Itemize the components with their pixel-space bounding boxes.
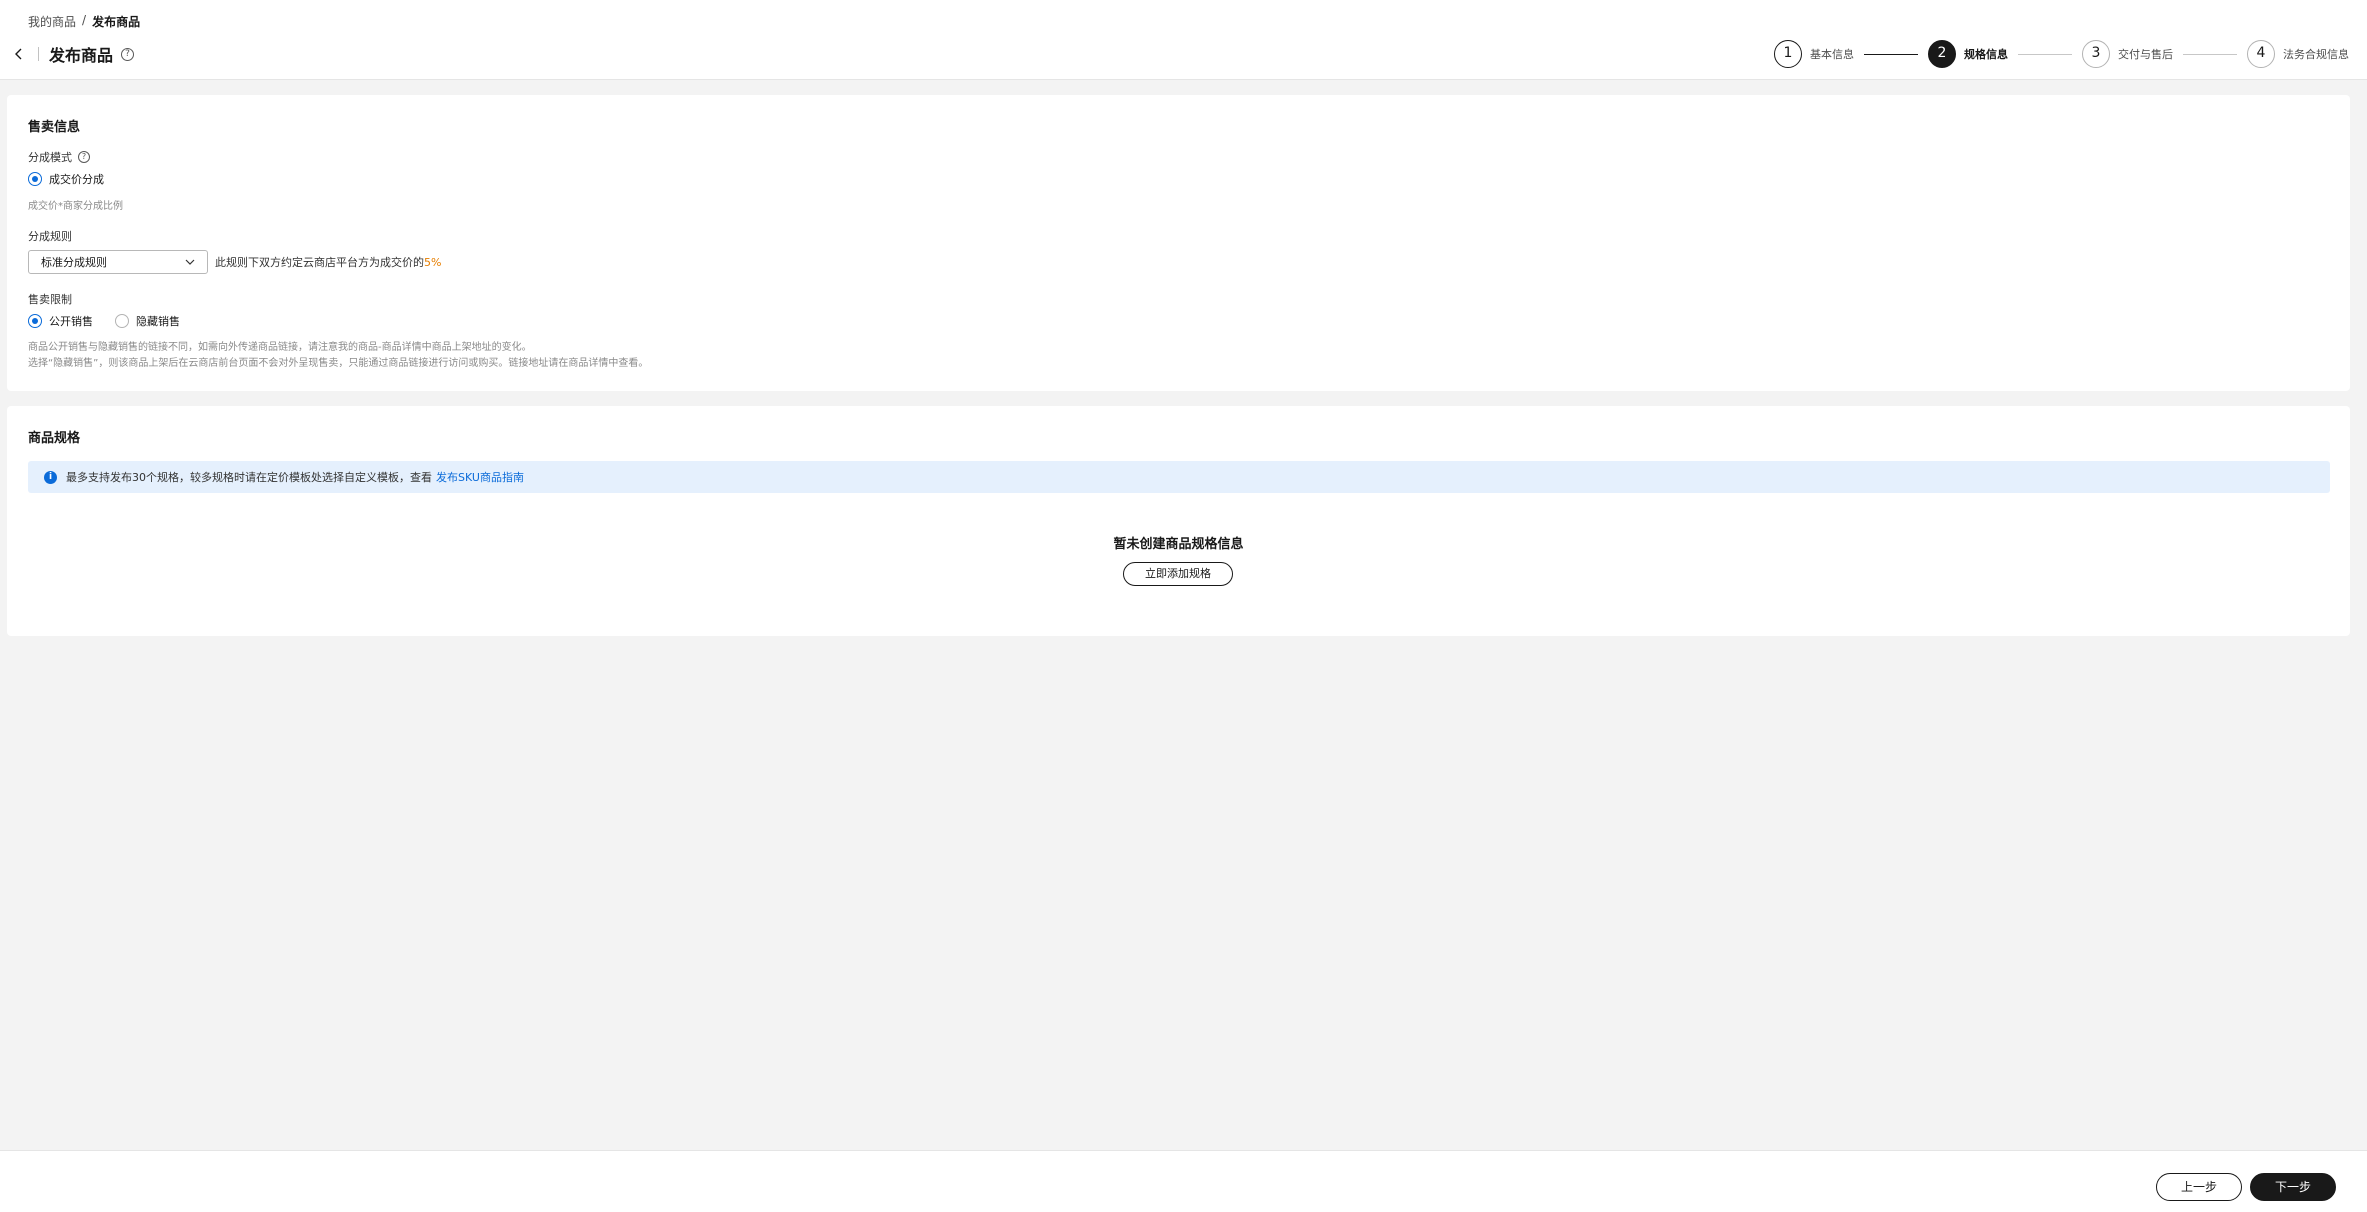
radio-label: 公开销售: [49, 315, 93, 328]
page-title: 发布商品: [49, 46, 114, 65]
restriction-hint-1: 商品公开销售与隐藏销售的链接不同，如需向外传递商品链接，请注意我的商品-商品详情…: [28, 342, 532, 353]
step-connector: [2018, 53, 2072, 55]
prev-step-button[interactable]: 上一步: [2156, 1173, 2242, 1201]
product-spec-card: 商品规格 i 最多支持发布30个规格，较多规格时请在定价模板处选择自定义模板，查…: [7, 406, 2350, 636]
breadcrumb-separator: /: [82, 13, 87, 27]
radio-hidden-sale[interactable]: 隐藏销售: [115, 313, 180, 329]
restriction-label: 售卖限制: [28, 291, 72, 307]
share-mode-label: 分成模式 ?: [28, 149, 90, 165]
add-spec-button[interactable]: 立即添加规格: [1123, 562, 1233, 586]
step-label: 法务合规信息: [2283, 48, 2349, 61]
radio-unchecked-icon: [115, 314, 129, 328]
back-arrow-icon[interactable]: [10, 45, 28, 63]
step-label: 交付与售后: [2118, 48, 2173, 61]
radio-public-sale[interactable]: 公开销售: [28, 313, 93, 329]
share-rule-note: 此规则下双方约定云商店平台方为成交价的 5%: [215, 250, 441, 274]
share-rule-note-text: 此规则下双方约定云商店平台方为成交价的: [215, 256, 424, 269]
step-number: 1: [1774, 40, 1802, 68]
footer-bar: 上一步 下一步: [0, 1150, 2367, 1212]
question-icon[interactable]: ?: [78, 151, 90, 163]
step-connector: [2183, 53, 2237, 55]
help-icon[interactable]: ?: [121, 47, 135, 61]
share-rule-label-text: 分成规则: [28, 230, 72, 243]
step-4[interactable]: 4 法务合规信息: [2247, 40, 2349, 68]
page-header: 我的商品 / 发布商品 发布商品 ? 1 基本信息 2 规格信息 3 交付与售后…: [0, 0, 2367, 80]
info-icon: i: [44, 470, 57, 484]
breadcrumb: 我的商品 / 发布商品: [28, 13, 140, 30]
step-progress: 1 基本信息 2 规格信息 3 交付与售后 4 法务合规信息: [1774, 40, 2349, 68]
title-divider: [38, 47, 39, 61]
title-row: 发布商品 ?: [10, 42, 135, 66]
share-mode-hint: 成交价*商家分成比例: [28, 201, 123, 212]
step-2[interactable]: 2 规格信息: [1928, 40, 2008, 68]
breadcrumb-my-products[interactable]: 我的商品: [28, 13, 76, 30]
radio-label: 成交价分成: [49, 173, 104, 186]
spec-info-banner: i 最多支持发布30个规格，较多规格时请在定价模板处选择自定义模板，查看 发布S…: [28, 461, 2330, 493]
step-number: 3: [2082, 40, 2110, 68]
step-label: 规格信息: [1964, 48, 2008, 61]
step-label: 基本信息: [1810, 48, 1854, 61]
step-3[interactable]: 3 交付与售后: [2082, 40, 2173, 68]
step-number: 2: [1928, 40, 1956, 68]
spec-info-text: 最多支持发布30个规格，较多规格时请在定价模板处选择自定义模板，查看: [66, 471, 432, 484]
share-rule-selected-value: 标准分成规则: [41, 256, 107, 269]
chevron-down-icon: [185, 259, 195, 265]
restriction-radio-group: 公开销售 隐藏销售: [28, 313, 202, 329]
sales-info-title: 售卖信息: [28, 120, 81, 135]
share-mode-radio-group: 成交价分成: [28, 171, 126, 187]
sales-info-card: 售卖信息 分成模式 ? 成交价分成 成交价*商家分成比例 分成规则 标准分成规则…: [7, 95, 2350, 391]
sku-guide-link[interactable]: 发布SKU商品指南: [436, 469, 524, 485]
radio-checked-icon: [28, 172, 42, 186]
product-spec-title: 商品规格: [28, 431, 81, 446]
restriction-hint-2: 选择“隐藏销售”，则该商品上架后在云商店前台页面不会对外呈现售卖，只能通过商品链…: [28, 358, 649, 369]
share-rule-select[interactable]: 标准分成规则: [28, 250, 208, 274]
step-connector: [1864, 53, 1918, 55]
share-mode-label-text: 分成模式: [28, 151, 72, 164]
step-number: 4: [2247, 40, 2275, 68]
restriction-label-text: 售卖限制: [28, 293, 72, 306]
radio-label: 隐藏销售: [136, 315, 180, 328]
radio-checked-icon: [28, 314, 42, 328]
breadcrumb-current: 发布商品: [92, 15, 141, 29]
next-step-button[interactable]: 下一步: [2250, 1173, 2336, 1201]
share-rule-percent: 5%: [424, 255, 442, 269]
radio-share-by-price[interactable]: 成交价分成: [28, 171, 104, 187]
step-1[interactable]: 1 基本信息: [1774, 40, 1854, 68]
empty-state-title: 暂未创建商品规格信息: [1113, 537, 1244, 552]
share-rule-label: 分成规则: [28, 228, 72, 244]
